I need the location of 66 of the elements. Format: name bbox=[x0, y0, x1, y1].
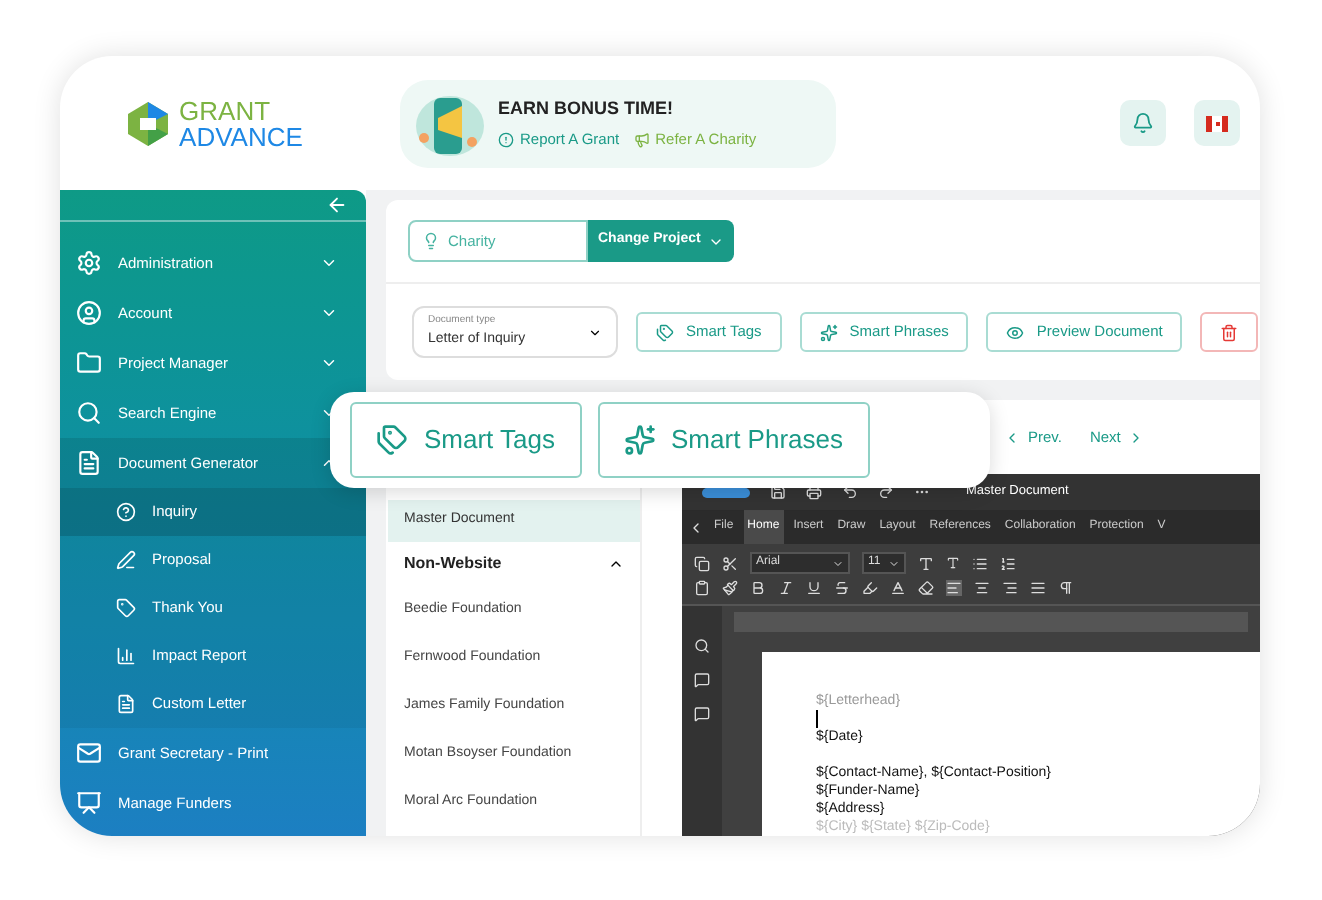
document-icon bbox=[76, 450, 102, 476]
pen-icon bbox=[116, 550, 136, 570]
trash-icon bbox=[1220, 323, 1239, 341]
eye-icon bbox=[1006, 323, 1025, 341]
tag-icon bbox=[116, 598, 136, 618]
align-center-icon[interactable] bbox=[974, 580, 990, 596]
strikethrough-icon[interactable] bbox=[834, 580, 850, 596]
megaphone-icon bbox=[633, 131, 650, 148]
chevron-left-icon bbox=[1004, 429, 1020, 445]
save-icon[interactable] bbox=[770, 484, 786, 500]
logo-text: ADVANCE bbox=[179, 123, 303, 149]
caret-icon bbox=[888, 557, 900, 569]
collapse-icon[interactable] bbox=[326, 194, 348, 216]
chevron-icon bbox=[320, 354, 338, 372]
logo-icon bbox=[123, 99, 172, 147]
delete-button[interactable] bbox=[1200, 312, 1259, 352]
language-button[interactable] bbox=[1194, 100, 1240, 146]
chat-icon[interactable] bbox=[694, 706, 710, 722]
chevron-icon bbox=[320, 304, 338, 322]
numbered-list-icon[interactable] bbox=[1000, 555, 1016, 571]
logo-text: GRANT bbox=[179, 97, 273, 123]
lightbulb-icon bbox=[422, 232, 440, 250]
search-icon bbox=[76, 400, 102, 426]
bell-icon bbox=[1132, 112, 1154, 134]
search-icon[interactable] bbox=[694, 638, 710, 654]
action-button[interactable]: Smart Phrases bbox=[597, 402, 869, 478]
italic-icon[interactable] bbox=[778, 580, 794, 596]
eraser-icon[interactable] bbox=[918, 580, 934, 596]
group-header[interactable]: Non-Website bbox=[388, 542, 640, 586]
gear-icon bbox=[76, 250, 102, 276]
sparkles-icon bbox=[819, 323, 838, 341]
highlighter-icon[interactable] bbox=[862, 580, 878, 596]
board-icon bbox=[76, 790, 102, 816]
copy-icon[interactable] bbox=[694, 555, 710, 571]
question-icon bbox=[116, 502, 136, 522]
document-icon bbox=[116, 694, 136, 714]
bonus-title: EARN BONUS TIME! bbox=[498, 95, 675, 122]
info-icon bbox=[498, 131, 514, 148]
folder-icon bbox=[76, 350, 102, 376]
pilcrow-icon[interactable] bbox=[1058, 580, 1074, 596]
justify-icon[interactable] bbox=[1030, 580, 1046, 596]
scissors-icon[interactable] bbox=[722, 555, 738, 571]
tags-icon bbox=[656, 323, 674, 341]
comment-icon[interactable] bbox=[694, 672, 710, 688]
bold-icon[interactable] bbox=[750, 580, 766, 596]
bar-chart-icon bbox=[116, 646, 136, 666]
envelope-icon bbox=[76, 740, 102, 766]
align-right-icon[interactable] bbox=[1002, 580, 1018, 596]
underline-icon[interactable] bbox=[806, 580, 822, 596]
caret-icon bbox=[588, 325, 602, 339]
clipboard-icon[interactable] bbox=[694, 580, 710, 596]
caret-icon bbox=[832, 557, 844, 569]
user-icon bbox=[76, 300, 102, 326]
text-cursor bbox=[816, 710, 818, 728]
chevron-icon bbox=[608, 556, 624, 572]
action-button[interactable]: Smart Tags bbox=[350, 402, 582, 478]
chevron-left-icon[interactable] bbox=[688, 519, 704, 535]
flag-icon bbox=[1206, 115, 1228, 131]
chevron-icon bbox=[320, 254, 338, 272]
bullet-list-icon[interactable] bbox=[972, 555, 988, 571]
tags-icon bbox=[376, 424, 408, 456]
paintbrush-icon[interactable] bbox=[722, 580, 738, 596]
notification-button[interactable] bbox=[1120, 100, 1166, 146]
sparkles-icon bbox=[623, 424, 656, 456]
font-color-icon[interactable] bbox=[890, 580, 906, 596]
align-left-icon[interactable] bbox=[946, 580, 962, 596]
